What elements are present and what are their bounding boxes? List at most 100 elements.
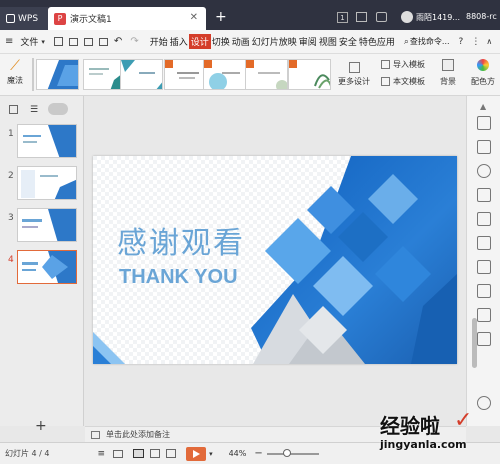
more-designs-button[interactable]: 更多设计	[334, 62, 374, 90]
color-scheme-button[interactable]: 配色方	[466, 59, 500, 87]
slide-thumbnail-1[interactable]	[17, 124, 77, 158]
notes-toggle-icon[interactable]: ≡	[98, 449, 106, 459]
design-template-6[interactable]	[245, 59, 288, 90]
grid-icon	[348, 62, 360, 73]
menu-design[interactable]: 设计	[188, 34, 211, 49]
animation-icon[interactable]	[477, 188, 491, 202]
design-template-7[interactable]	[288, 59, 331, 90]
design-template-5[interactable]	[203, 59, 246, 90]
slide-panel: ☰ 1 2 3 4 +	[0, 96, 84, 434]
play-slideshow-button[interactable]	[186, 446, 207, 461]
slide-number: 1	[8, 129, 14, 139]
new-tab-icon[interactable]: +	[215, 9, 227, 25]
chart-icon[interactable]	[477, 260, 491, 274]
notes-placeholder[interactable]: 单击此处添加备注	[106, 429, 170, 440]
undo-icon[interactable]: ↶	[114, 36, 122, 47]
avatar[interactable]	[401, 11, 413, 23]
zoom-slider[interactable]	[266, 448, 319, 457]
title-bar: WPS P 演示文稿1 ✕ + 1 雨陌1419... 8808-rc	[0, 0, 500, 30]
background-label: 背景	[440, 77, 456, 86]
tab-document[interactable]: P 演示文稿1 ✕	[48, 7, 206, 30]
menu-view[interactable]: 视图	[318, 35, 338, 48]
more-icon[interactable]: ⋮	[471, 37, 480, 47]
hamburger-icon[interactable]: ≡	[5, 36, 13, 47]
window-icon[interactable]	[356, 12, 367, 22]
preview-icon[interactable]	[98, 37, 108, 46]
tab-wps-label: WPS	[18, 13, 39, 24]
comment-icon[interactable]	[113, 449, 124, 458]
close-tab-icon[interactable]: ✕	[190, 12, 198, 23]
menu-insert[interactable]: 插入	[169, 35, 189, 48]
normal-view-icon[interactable]	[133, 449, 145, 458]
zoom-slider-handle[interactable]	[282, 448, 291, 457]
ribbon: ⟋ 魔法 更多设计 导入模板 本文模板 背景 配色方	[0, 54, 500, 96]
scroll-up-icon[interactable]: ▲	[480, 102, 486, 111]
thumbnails-view-icon[interactable]	[9, 105, 18, 114]
menu-review[interactable]: 审阅	[298, 35, 318, 48]
import-template-label: 导入模板	[393, 60, 425, 69]
help-icon[interactable]: ?	[459, 37, 464, 47]
user-name[interactable]: 雨陌1419...	[416, 12, 460, 23]
print-icon[interactable]	[83, 37, 93, 46]
watermark-url: jingyanla.com	[380, 438, 467, 451]
design-template-3[interactable]	[120, 59, 163, 90]
redo-icon[interactable]: ↷	[130, 36, 138, 47]
save-icon[interactable]	[53, 37, 63, 46]
search-command[interactable]: 查找命令...	[409, 36, 451, 47]
template-preview-icon	[246, 60, 287, 89]
wps-logo-icon	[6, 14, 15, 23]
sorter-view-icon[interactable]	[150, 449, 161, 458]
video-icon[interactable]	[477, 332, 491, 346]
folder-icon[interactable]	[68, 37, 78, 46]
menu-transition[interactable]: 切换	[211, 35, 231, 48]
design-template-4[interactable]	[164, 59, 207, 90]
slide-thumbnail-3[interactable]	[17, 208, 77, 242]
property-icon[interactable]	[477, 116, 491, 130]
image-icon[interactable]	[477, 284, 491, 298]
audio-icon[interactable]	[477, 308, 491, 322]
text-icon[interactable]	[477, 236, 491, 250]
background-icon	[442, 59, 454, 71]
tab-wps[interactable]: WPS	[0, 7, 48, 30]
design-template-1[interactable]	[36, 59, 79, 90]
skin-icon[interactable]	[376, 12, 387, 22]
divider	[32, 58, 34, 91]
shape-icon[interactable]	[477, 164, 491, 178]
background-button[interactable]: 背景	[433, 59, 463, 87]
slide-preview-icon	[22, 251, 76, 283]
slide-preview-icon	[21, 170, 76, 199]
menu-security[interactable]: 安全	[338, 35, 358, 48]
zoom-out-icon[interactable]: −	[254, 448, 262, 459]
slide-title[interactable]: 感谢观看	[117, 218, 245, 262]
menu-slideshow[interactable]: 幻灯片放映	[251, 35, 298, 48]
zoom-level[interactable]: 44%	[229, 449, 247, 458]
reading-view-icon[interactable]	[166, 449, 177, 458]
menu-animation[interactable]: 动画	[231, 35, 251, 48]
import-template-button[interactable]: 导入模板	[381, 59, 425, 70]
slide-sorter-toggle[interactable]	[48, 103, 68, 115]
slide[interactable]: 感谢观看 THANK YOU	[93, 156, 457, 364]
settings-sliders-icon[interactable]	[477, 212, 491, 226]
vertical-scrollbar[interactable]	[472, 318, 477, 368]
menu-home[interactable]: 开始	[149, 35, 169, 48]
menu-features[interactable]: 特色应用	[358, 35, 396, 48]
slide-thumbnail-4[interactable]	[17, 250, 77, 284]
local-template-label: 本文模板	[393, 77, 425, 86]
slide-thumbnail-2[interactable]	[17, 166, 77, 200]
local-template-button[interactable]: 本文模板	[381, 76, 425, 87]
add-slide-icon[interactable]: +	[35, 418, 47, 434]
menu-file[interactable]: 文件	[19, 35, 39, 48]
tab-document-label: 演示文稿1	[70, 15, 112, 25]
template-panel-icon[interactable]	[477, 140, 491, 154]
play-dropdown-icon[interactable]: ▾	[209, 450, 213, 458]
magic-button[interactable]: ⟋ 魔法	[2, 57, 28, 93]
menu-bar: ≡ 文件 ▾ ↶ ↷ 开始 插入 设计 切换 动画 幻灯片放映 审阅 视图 安全…	[0, 30, 500, 54]
slide-subtitle[interactable]: THANK YOU	[119, 266, 238, 289]
outline-view-icon[interactable]: ☰	[30, 105, 38, 115]
template-preview-icon	[47, 60, 78, 89]
chevron-down-icon[interactable]: ▾	[41, 38, 45, 46]
page-number-badge[interactable]: 1	[337, 12, 348, 23]
right-toolbar: ▲	[466, 96, 500, 426]
slide-number: 4	[8, 255, 14, 265]
collapse-icon[interactable]: ∧	[486, 37, 492, 46]
